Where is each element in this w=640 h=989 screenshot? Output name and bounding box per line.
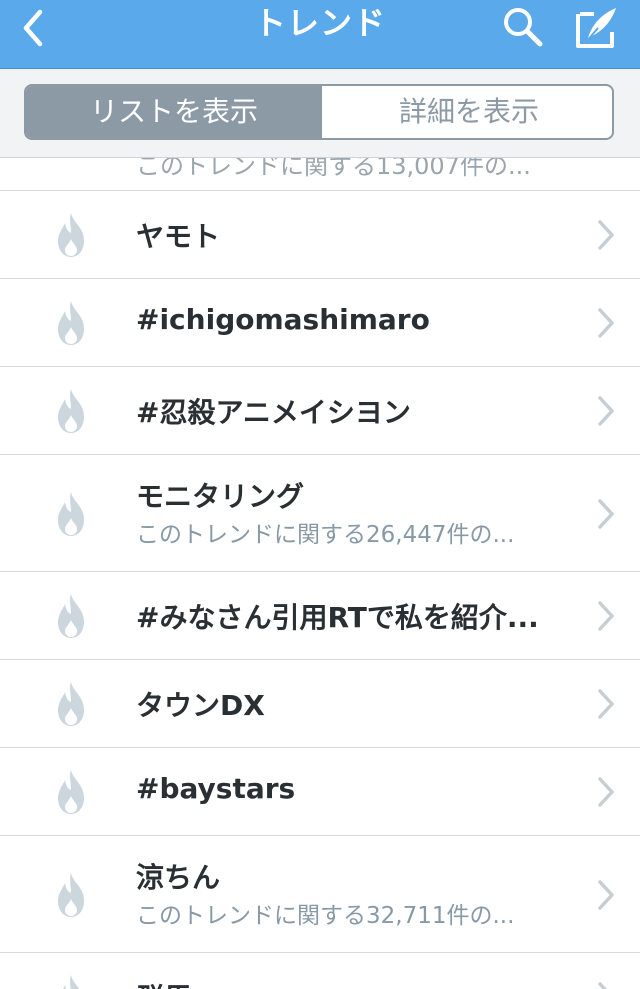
- flame-icon: [50, 973, 92, 989]
- trend-subtitle: このトレンドに関する32,711件の...: [136, 903, 515, 929]
- trend-row[interactable]: #ichigomashimaro: [0, 279, 640, 367]
- chevron-right-icon: [596, 395, 616, 427]
- segmented-control-bar: リストを表示 詳細を表示: [0, 69, 640, 158]
- trend-row[interactable]: #baystars: [0, 748, 640, 836]
- trend-title: タウンDX: [136, 689, 265, 722]
- trend-subtitle: このトレンドに関する13,007件の...: [136, 158, 531, 180]
- search-icon: [504, 8, 543, 47]
- flame-icon: [50, 490, 92, 538]
- flame-icon: [50, 768, 92, 816]
- flame-icon: [50, 592, 92, 640]
- flame-icon: [50, 299, 92, 347]
- chevron-right-icon: [596, 498, 616, 530]
- flame-icon: [50, 680, 92, 728]
- detail-view-button[interactable]: 詳細を表示: [322, 86, 612, 138]
- view-toggle: リストを表示 詳細を表示: [24, 84, 614, 140]
- chevron-right-icon: [596, 219, 616, 251]
- trend-subtitle: このトレンドに関する26,447件の...: [136, 522, 515, 548]
- flame-icon: [50, 387, 92, 435]
- nav-bar: トレンド: [0, 0, 640, 69]
- trend-title: 涼ちん: [136, 861, 221, 894]
- trend-title: モニタリング: [136, 480, 305, 513]
- trend-row[interactable]: モニタリングこのトレンドに関する26,447件の...: [0, 455, 640, 572]
- flame-icon: [50, 211, 92, 259]
- trend-title: ヤモト: [136, 220, 221, 253]
- list-view-button[interactable]: リストを表示: [26, 86, 322, 138]
- flame-icon: [50, 871, 92, 919]
- chevron-right-icon: [596, 307, 616, 339]
- chevron-right-icon: [596, 600, 616, 632]
- trend-title: #baystars: [136, 772, 296, 805]
- trend-title: #みなさん引用RTで私を紹介...: [136, 601, 539, 634]
- compose-button[interactable]: [568, 2, 624, 50]
- trend-row[interactable]: 群馬: [0, 953, 640, 989]
- chevron-right-icon: [596, 688, 616, 720]
- trend-row[interactable]: タウンDX: [0, 660, 640, 748]
- chevron-right-icon: [596, 879, 616, 911]
- trend-title: #忍殺アニメイシヨン: [136, 396, 411, 429]
- compose-tweet-icon: [576, 8, 616, 48]
- chevron-right-icon: [596, 776, 616, 808]
- trend-title: #ichigomashimaro: [136, 303, 430, 336]
- chevron-right-icon: [596, 981, 616, 989]
- trend-title: 群馬: [136, 977, 192, 989]
- trend-row[interactable]: 涼ちんこのトレンドに関する32,711件の...: [0, 836, 640, 953]
- trend-row[interactable]: #忍殺アニメイシヨン: [0, 367, 640, 455]
- search-button[interactable]: [496, 2, 548, 50]
- list-item-partial[interactable]: このトレンドに関する13,007件の...: [0, 158, 640, 191]
- trend-row[interactable]: #みなさん引用RTで私を紹介...: [0, 572, 640, 660]
- trends-list: このトレンドに関する13,007件の... ヤモト #ichigomashimar…: [0, 158, 640, 989]
- trend-row[interactable]: ヤモト: [0, 191, 640, 279]
